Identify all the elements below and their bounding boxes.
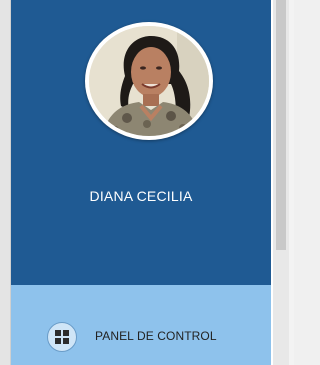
user-name: DIANA CECILIA <box>89 188 193 204</box>
avatar-frame <box>85 22 213 140</box>
vertical-scrollbar[interactable] <box>273 0 289 365</box>
sidebar: DIANA CECILIA PANEL DE CONTROL <box>11 0 271 365</box>
sidebar-item-label: PANEL DE CONTROL <box>95 329 217 343</box>
dashboard-grid-icon <box>47 322 77 352</box>
sidebar-item-panel-de-control[interactable]: PANEL DE CONTROL <box>11 319 271 359</box>
right-window-edge <box>289 0 294 365</box>
profile-panel: DIANA CECILIA <box>11 0 271 285</box>
sidebar-menu: PANEL DE CONTROL <box>11 285 271 365</box>
avatar[interactable] <box>89 26 209 136</box>
scrollbar-thumb[interactable] <box>276 0 286 250</box>
user-photo <box>89 26 209 136</box>
